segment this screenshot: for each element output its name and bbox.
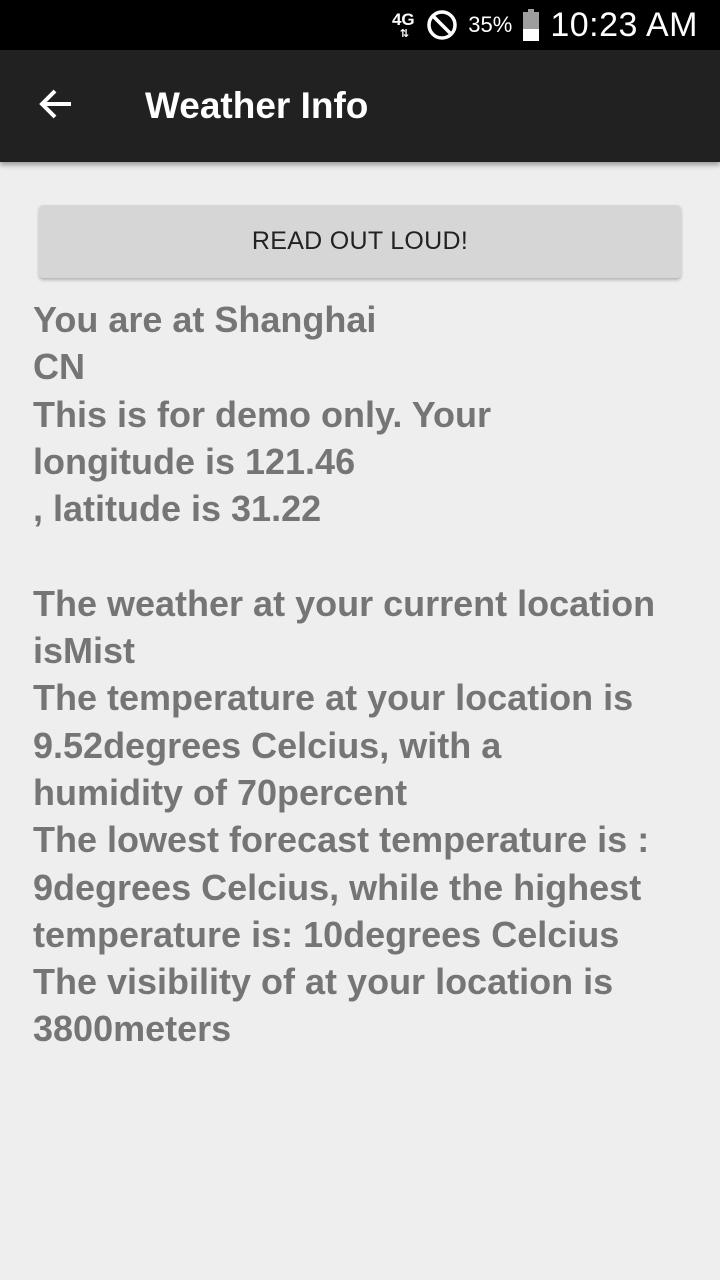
visibility-line-1: The visibility of at your location is [33,961,614,1003]
status-bar: 4G ⇅ 35% 10:23 AM [0,0,720,50]
app-bar: Weather Info [0,50,720,162]
read-out-loud-button[interactable]: READ OUT LOUD! [39,205,681,278]
forecast-line-2: 9degrees Celcius, while the highest [33,866,642,908]
network-label: 4G [391,9,415,29]
clock: 10:23 AM [550,5,698,44]
forecast-line-1: The lowest forecast temperature is : [33,819,650,861]
weather-line-2: isMist [33,630,136,672]
battery-percent: 35% [468,12,513,37]
data-arrows-icon: ⇅ [399,27,409,40]
arrow-back-icon [38,88,74,125]
humidity-line: humidity of 70percent [33,771,408,813]
weather-info-text: You are at Shanghai CN This is for demo … [33,296,693,1053]
latitude-line: , latitude is 31.22 [33,488,322,530]
location-line: You are at Shanghai [33,299,377,340]
back-button[interactable] [28,78,84,134]
forecast-line-3: temperature is: 10degrees Celcius [33,913,620,955]
country-line: CN [33,346,85,388]
visibility-line-2: 3800meters [33,1008,232,1050]
demo-line-1: This is for demo only. Your [33,393,492,435]
do-not-disturb-icon [426,9,458,41]
temperature-line-2: 9.52degrees Celcius, with a [33,724,502,766]
page-title: Weather Info [145,85,369,126]
status-icons: 4G ⇅ 35% 10:23 AM [390,0,698,50]
longitude-line: longitude is 121.46 [33,440,356,482]
temperature-line-1: The temperature at your location is [33,677,634,719]
battery-icon [522,9,540,41]
network-4g-icon: 4G ⇅ [390,11,416,40]
weather-line-1: The weather at your current location [33,582,656,624]
